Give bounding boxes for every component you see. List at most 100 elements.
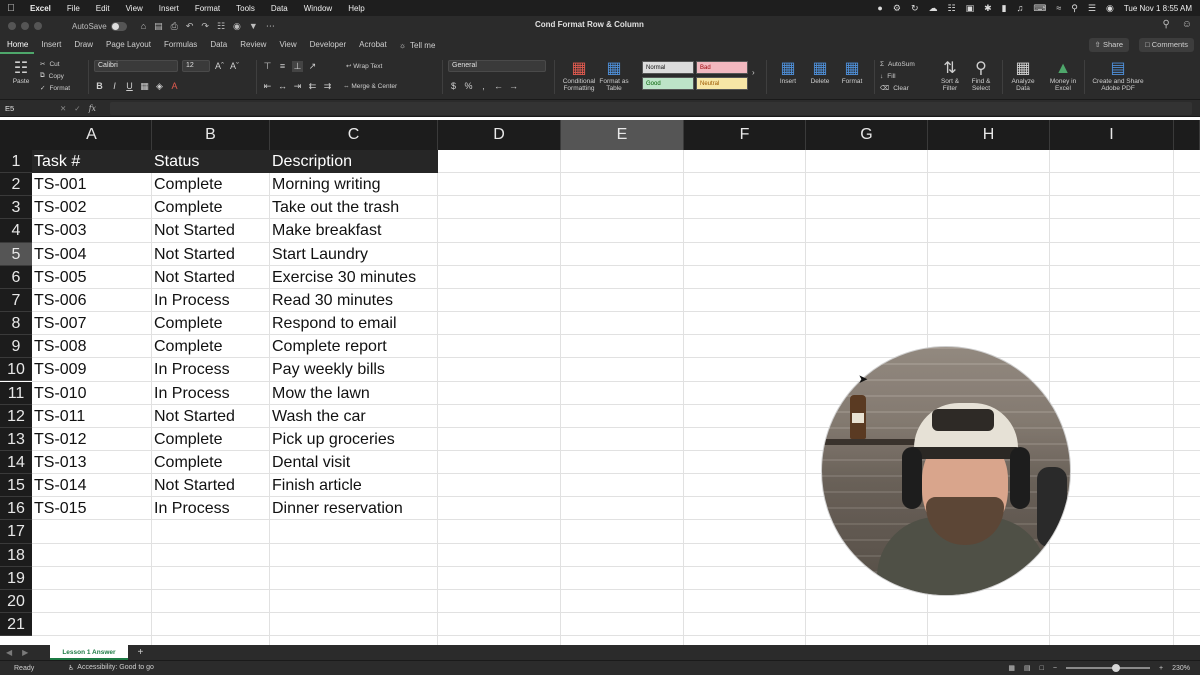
control-center-icon[interactable]: ☰ [1088, 3, 1096, 14]
tab-review[interactable]: Review [233, 36, 272, 54]
copy-button[interactable]: ⧉ Copy [40, 70, 86, 82]
tab-data[interactable]: Data [203, 36, 233, 54]
battery-icon[interactable]: ▮ [1002, 3, 1007, 14]
table-cell[interactable]: Make breakfast [270, 219, 437, 242]
zoom-window-button[interactable] [34, 22, 42, 30]
record-icon[interactable]: ● [877, 3, 882, 13]
add-sheet-button[interactable]: + [128, 647, 144, 658]
table-cell[interactable]: TS-012 [32, 428, 151, 451]
clipboard-icon[interactable]: ☷ [217, 21, 225, 32]
table-cell[interactable]: TS-003 [32, 219, 151, 242]
format-painter-button[interactable]: ✓ Format [40, 82, 86, 94]
increase-indent-icon[interactable]: ⇉ [322, 81, 333, 92]
table-cell[interactable]: Complete [152, 451, 269, 474]
table-cell[interactable]: Respond to email [270, 312, 437, 335]
menu-data[interactable]: Data [263, 4, 296, 13]
insert-function-button[interactable]: fx [89, 104, 96, 113]
align-bottom-icon[interactable]: ⊥ [292, 60, 303, 72]
tab-view[interactable]: View [272, 36, 302, 54]
table-cell[interactable]: TS-015 [32, 497, 151, 520]
column-header-f[interactable]: F [684, 120, 806, 150]
font-size-select[interactable]: 12 [182, 60, 210, 72]
row-header-21[interactable]: 21 [0, 613, 32, 637]
table-cell[interactable]: Complete report [270, 335, 437, 358]
next-sheet-icon[interactable]: ▶ [16, 648, 32, 657]
style-normal[interactable]: Normal [642, 61, 694, 74]
table-cell[interactable]: Complete [152, 335, 269, 358]
autosum-button[interactable]: Σ AutoSum [880, 58, 932, 70]
row-header-9[interactable]: 9 [0, 335, 32, 359]
minimize-window-button[interactable] [21, 22, 29, 30]
cloud-icon[interactable]: ☁ [928, 3, 937, 14]
decrease-decimal-icon[interactable]: → [508, 81, 519, 91]
sheet-tab-lesson-1-answer[interactable]: Lesson 1 Answer [50, 645, 128, 660]
enter-icon[interactable]: ✓ [74, 104, 80, 113]
row-header-20[interactable]: 20 [0, 589, 32, 613]
table-cell[interactable]: TS-014 [32, 474, 151, 497]
style-neutral[interactable]: Neutral [696, 77, 748, 90]
percent-icon[interactable]: % [463, 81, 474, 91]
menu-insert[interactable]: Insert [151, 4, 187, 13]
wrap-text-button[interactable]: ↩ Wrap Text [346, 62, 382, 70]
font-name-select[interactable]: Calibri [94, 60, 178, 72]
table-cell[interactable]: Dinner reservation [270, 497, 437, 520]
header-cell[interactable]: Task # [32, 150, 151, 173]
column-header-d[interactable]: D [438, 120, 561, 150]
table-cell[interactable]: TS-001 [32, 173, 151, 196]
cancel-icon[interactable]: ✕ [60, 104, 66, 113]
row-header-16[interactable]: 16 [0, 497, 32, 521]
menu-bar-clock[interactable]: Tue Nov 1 8:55 AM [1124, 4, 1192, 13]
cut-button[interactable]: ✂ Cut [40, 58, 86, 70]
row-header-6[interactable]: 6 [0, 265, 32, 289]
align-right-icon[interactable]: ⇥ [292, 81, 303, 92]
font-color-icon[interactable]: A [169, 81, 180, 91]
table-cell[interactable]: In Process [152, 497, 269, 520]
worksheet-grid[interactable]: ABCDEFGHI 1 2 3 4 5 6 7 8 9 10 11 12 13 14 15 16 17 18 19 2… [0, 120, 1200, 645]
table-cell[interactable]: Wash the car [270, 405, 437, 428]
table-cell[interactable]: In Process [152, 358, 269, 381]
align-center-icon[interactable]: ↔ [277, 81, 288, 91]
table-cell[interactable]: Not Started [152, 243, 269, 266]
row-header-19[interactable]: 19 [0, 566, 32, 590]
zoom-level[interactable]: 230% [1172, 665, 1190, 672]
wifi-icon[interactable]: ≈ [1056, 3, 1061, 13]
redo-icon[interactable]: ↷ [201, 21, 209, 32]
table-cell[interactable]: In Process [152, 382, 269, 405]
orientation-icon[interactable]: ↗ [307, 61, 318, 72]
table-cell[interactable]: TS-006 [32, 289, 151, 312]
table-cell[interactable]: TS-005 [32, 266, 151, 289]
home-icon[interactable]: ⌂ [141, 21, 146, 32]
decrease-font-icon[interactable]: Aˇ [229, 61, 240, 71]
align-left-icon[interactable]: ⇤ [262, 81, 273, 92]
table-cell[interactable]: Not Started [152, 219, 269, 242]
align-middle-icon[interactable]: ≡ [277, 61, 288, 71]
paste-button[interactable]: ☷ Paste [8, 60, 34, 85]
column-header-h[interactable]: H [928, 120, 1050, 150]
display-icon[interactable]: ▣ [966, 3, 975, 14]
column-header-e[interactable]: E [561, 120, 684, 150]
menu-view[interactable]: View [118, 4, 151, 13]
table-cell[interactable]: Finish article [270, 474, 437, 497]
italic-button[interactable]: I [109, 81, 120, 91]
table-cell[interactable]: Complete [152, 428, 269, 451]
table-cell[interactable]: Exercise 30 minutes [270, 266, 437, 289]
zoom-in-button[interactable]: + [1159, 665, 1163, 672]
table-cell[interactable]: Take out the trash [270, 196, 437, 219]
table-cell[interactable]: Dental visit [270, 451, 437, 474]
table-cell[interactable]: Mow the lawn [270, 382, 437, 405]
apple-menu-icon[interactable]:  [0, 3, 22, 14]
row-header-3[interactable]: 3 [0, 196, 32, 220]
menu-tools[interactable]: Tools [228, 4, 263, 13]
row-header-12[interactable]: 12 [0, 404, 32, 428]
table-cell[interactable]: TS-011 [32, 405, 151, 428]
money-in-excel-button[interactable]: ▲ Money in Excel [1046, 60, 1080, 92]
sync-icon[interactable]: ↻ [911, 3, 919, 14]
bold-button[interactable]: B [94, 81, 105, 91]
more-icon[interactable]: ⋯ [266, 21, 275, 32]
row-header-7[interactable]: 7 [0, 288, 32, 313]
format-cells-button[interactable]: ▦ Format [838, 60, 866, 85]
formula-input[interactable] [110, 101, 1192, 115]
styles-more-icon[interactable]: › [752, 68, 755, 77]
autosave-toggle[interactable] [110, 21, 127, 31]
table-cell[interactable]: Not Started [152, 474, 269, 497]
